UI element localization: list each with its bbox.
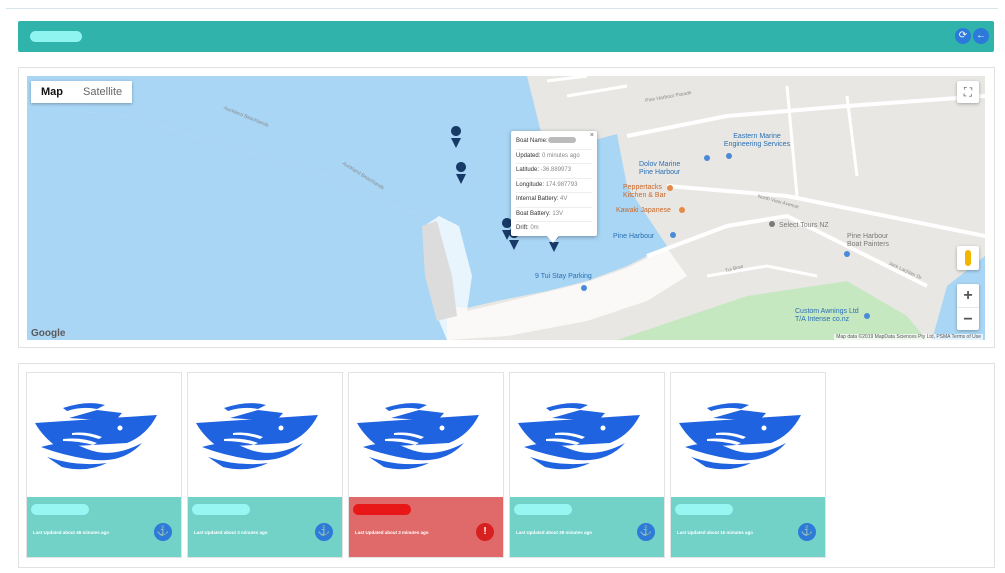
- boat-card[interactable]: Last Updated about 3 minutes ago ⚓: [188, 373, 342, 557]
- popup-updated-value: 0 minutes ago: [542, 152, 580, 159]
- boat-card[interactable]: Last Updated about 3 minutes ago !: [349, 373, 503, 557]
- popup-close-icon[interactable]: ×: [590, 132, 594, 139]
- boat-last-updated: Last Updated about 3 minutes ago: [355, 530, 429, 535]
- zoom-control: + −: [957, 284, 979, 330]
- anchor-icon[interactable]: ⚓: [798, 523, 816, 541]
- popup-latitude-label: Latitude:: [516, 167, 541, 173]
- map-view[interactable]: Map Satellite ⛶ + − Auckland Beachlands …: [27, 76, 985, 340]
- poi-select-tours: Select Tours NZ: [779, 222, 829, 229]
- boat-last-updated: Last Updated about 28 minutes ago: [516, 530, 593, 535]
- boat-name-redacted: [675, 504, 733, 515]
- boat-card[interactable]: Last Updated about 15 minutes ago ⚓: [671, 373, 825, 557]
- map-type-map-button[interactable]: Map: [31, 81, 73, 103]
- app-title-redacted: [30, 31, 82, 42]
- popup-internal-battery-value: 4V: [560, 196, 568, 202]
- boat-icon: [357, 403, 479, 470]
- alert-icon[interactable]: !: [476, 523, 494, 541]
- boat-card-footer-alert: Last Updated about 3 minutes ago !: [349, 497, 503, 557]
- map-panel: Map Satellite ⛶ + − Auckland Beachlands …: [18, 67, 995, 348]
- boat-name-redacted: [353, 504, 411, 515]
- popup-longitude-label: Longitude:: [516, 181, 546, 188]
- street-view-pegman-icon[interactable]: [957, 246, 979, 270]
- fullscreen-icon[interactable]: ⛶: [957, 81, 979, 103]
- boat-name-redacted: [192, 504, 250, 515]
- boat-icon: [196, 403, 318, 470]
- popup-boat-battery-label: Boat Battery:: [516, 210, 553, 217]
- popup-boat-name-label: Boat Name:: [516, 138, 548, 144]
- boat-last-updated: Last Updated about 15 minutes ago: [677, 530, 754, 535]
- boat-icon: [518, 403, 640, 470]
- google-logo: Google: [31, 328, 66, 339]
- map-type-satellite-button[interactable]: Satellite: [73, 81, 132, 103]
- zoom-in-button[interactable]: +: [957, 284, 979, 307]
- anchor-icon[interactable]: ⚓: [315, 523, 333, 541]
- anchor-icon[interactable]: ⚓: [637, 523, 655, 541]
- boat-card-footer: Last Updated about 28 minutes ago ⚓: [510, 497, 664, 557]
- boat-last-updated: Last Updated about 46 minutes ago: [33, 530, 110, 535]
- poi-eastern-marine: Eastern Marine Engineering Services: [723, 133, 791, 148]
- popup-boat-battery-value: 13V: [552, 210, 564, 217]
- poi-kawaki: Kawaki Japanese: [616, 207, 671, 214]
- popup-drift-label: Drift:: [516, 225, 531, 231]
- top-bar: ⟳ ←: [18, 21, 994, 52]
- popup-internal-battery-label: Internal Battery:: [516, 196, 561, 202]
- popup-longitude-value: 174.987793: [545, 181, 578, 188]
- poi-parking: 9 Tui Stay Parking: [535, 273, 592, 280]
- boat-card-footer: Last Updated about 3 minutes ago ⚓: [188, 497, 342, 557]
- anchor-icon[interactable]: ⚓: [154, 523, 172, 541]
- map-attribution[interactable]: Map data ©2019 MapData Sciences Pty Ltd,…: [834, 334, 983, 340]
- poi-dolov-marine: Dolov Marine Pine Harbour: [639, 161, 681, 176]
- popup-drift-value: 0m: [530, 225, 539, 231]
- boat-card-footer: Last Updated about 46 minutes ago ⚓: [27, 497, 181, 557]
- map-type-control: Map Satellite: [31, 81, 133, 103]
- zoom-out-button[interactable]: −: [957, 308, 979, 331]
- boat-card-footer: Last Updated about 15 minutes ago ⚓: [671, 497, 825, 557]
- boat-icon: [679, 403, 801, 470]
- boat-name-redacted: [514, 504, 572, 515]
- poi-boat-painters: Pine Harbour Boat Painters: [847, 233, 890, 248]
- popup-updated-label: Updated:: [516, 152, 543, 159]
- poi-peppertacks: Peppertacks Kitchen & Bar: [623, 184, 666, 199]
- popup-latitude-value: -36.889973: [540, 167, 572, 173]
- poi-custom-awnings: Custom Awnings Ltd T/A Intense co.nz: [795, 308, 859, 323]
- poi-pine-harbour: Pine Harbour: [613, 233, 655, 240]
- back-arrow-icon[interactable]: ←: [973, 28, 989, 44]
- boat-name-redacted: [31, 504, 89, 515]
- boat-last-updated: Last Updated about 3 minutes ago: [194, 530, 268, 535]
- refresh-icon[interactable]: ⟳: [955, 28, 971, 44]
- boat-icon: [35, 403, 157, 470]
- boat-card[interactable]: Last Updated about 46 minutes ago ⚓: [27, 373, 181, 557]
- map-canvas: [27, 76, 985, 340]
- boat-info-popup: × Boat Name: Updated: 0 minutes ago Lati…: [511, 131, 597, 243]
- boat-cards-panel: Last Updated about 46 minutes ago ⚓ Last…: [18, 363, 995, 568]
- boat-card[interactable]: Last Updated about 28 minutes ago ⚓: [510, 373, 664, 557]
- popup-boat-name-redacted: [547, 137, 576, 144]
